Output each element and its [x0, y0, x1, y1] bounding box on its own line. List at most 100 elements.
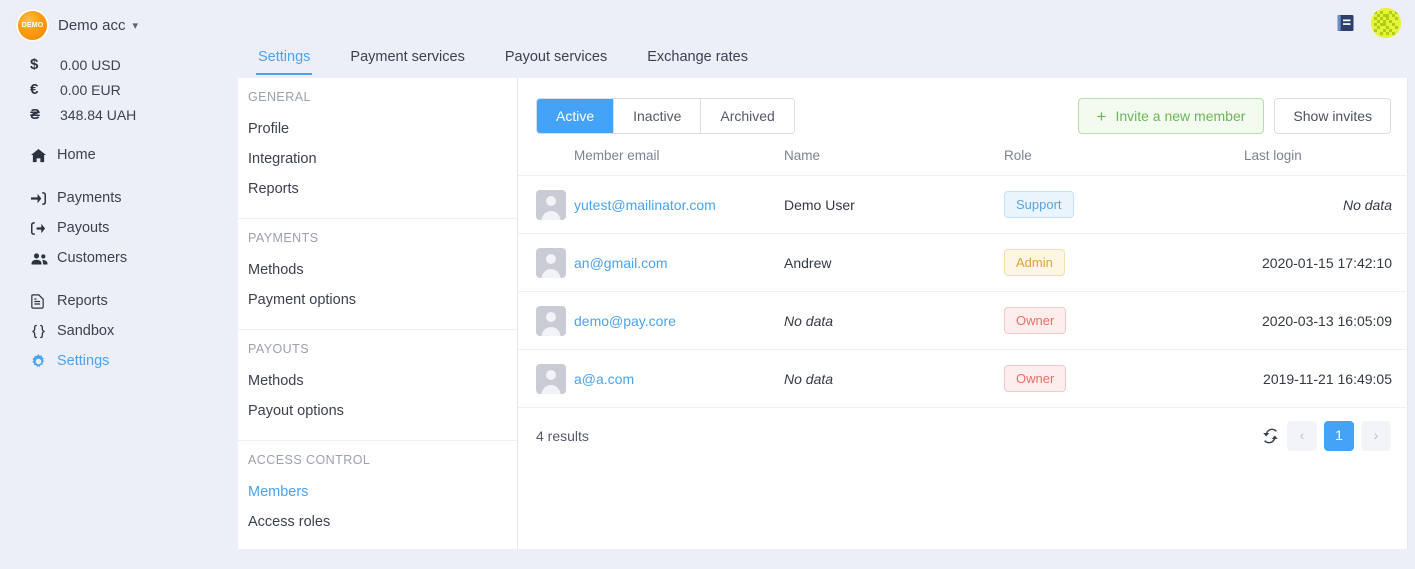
sidebar-group-main: Home [0, 140, 238, 170]
settings-subnav: GENERAL Profile Integration Reports PAYM… [238, 78, 518, 549]
subnav-item-payment-options[interactable]: Payment options [238, 285, 517, 315]
member-email-link[interactable]: a@a.com [574, 371, 634, 387]
sidebar-item-payouts[interactable]: Payouts [0, 213, 238, 243]
subnav-item-profile[interactable]: Profile [238, 114, 517, 144]
row-name-cell: No data [784, 291, 1004, 350]
subnav-item-integration[interactable]: Integration [238, 144, 517, 174]
row-avatar-cell [518, 291, 574, 350]
subnav-item-members[interactable]: Members [238, 477, 517, 507]
refresh-icon[interactable] [1262, 427, 1280, 445]
avatar [536, 189, 566, 220]
row-last-login-cell: 2019-11-21 16:49:05 [1244, 349, 1408, 408]
avatar [536, 363, 566, 394]
status-badge: Support [1004, 191, 1074, 218]
results-count: 4 results [536, 428, 589, 444]
currency-symbol-uah-icon: ₴ [30, 106, 41, 123]
row-avatar-cell [518, 233, 574, 292]
invite-button-label: Invite a new member [1115, 108, 1246, 124]
subnav-item-payment-methods[interactable]: Methods [238, 255, 517, 285]
tab-label-settings: Settings [258, 49, 311, 65]
row-email-cell: yutest@mailinator.com [574, 175, 784, 234]
row-email-cell: an@gmail.com [574, 233, 784, 292]
subnav-item-payout-methods[interactable]: Methods [238, 366, 517, 396]
documentation-book-icon[interactable] [1335, 12, 1357, 34]
column-avatar [518, 138, 574, 176]
row-name-cell: No data [784, 349, 1004, 408]
row-role-cell: Owner [1004, 291, 1244, 350]
subnav-section-access-control: ACCESS CONTROL Members Access roles [238, 441, 517, 551]
account-name: Demo acc [58, 16, 126, 34]
pagination-page-1[interactable]: 1 [1324, 421, 1354, 451]
table-row[interactable]: demo@pay.core No data Owner 2020-03-13 1… [518, 291, 1408, 350]
sandbox-braces-icon [31, 324, 57, 339]
sidebar-item-label-settings: Settings [57, 353, 110, 369]
sidebar-item-home[interactable]: Home [0, 140, 238, 170]
payouts-arrow-out-icon [31, 221, 57, 236]
subnav-item-payout-options[interactable]: Payout options [238, 396, 517, 426]
subnav-title-access-control: ACCESS CONTROL [248, 453, 371, 467]
subnav-section-payments: PAYMENTS Methods Payment options [238, 219, 517, 330]
row-last-login-cell: 2020-01-15 17:42:10 [1244, 233, 1408, 292]
tab-label-payment-services: Payment services [350, 49, 465, 65]
row-last-login-cell: No data [1244, 175, 1408, 234]
chevron-down-icon[interactable]: ▾ [133, 19, 139, 32]
user-identicon-avatar[interactable] [1371, 8, 1401, 38]
sidebar-item-settings[interactable]: Settings [0, 346, 238, 376]
member-email-link[interactable]: yutest@mailinator.com [574, 197, 716, 213]
pagination: ‹ 1 › [1262, 421, 1391, 451]
column-member-email: Member email [574, 138, 784, 176]
row-role-cell: Support [1004, 175, 1244, 234]
filter-active[interactable]: Active [537, 99, 615, 133]
status-badge: Owner [1004, 365, 1067, 392]
status-filter-group: Active Inactive Archived [536, 98, 795, 134]
column-last-login: Last login [1244, 138, 1408, 176]
balances-list: $ 0.00 USD € 0.00 EUR ₴ 348.84 UAH [0, 52, 238, 127]
tab-settings[interactable]: Settings [238, 40, 330, 75]
row-avatar-cell [518, 175, 574, 234]
table-row[interactable]: a@a.com No data Owner 2019-11-21 16:49:0… [518, 349, 1408, 408]
reports-document-icon [31, 293, 57, 309]
subnav-item-access-roles[interactable]: Access roles [238, 507, 517, 537]
subnav-title-payments: PAYMENTS [248, 231, 319, 245]
tab-exchange-rates[interactable]: Exchange rates [627, 40, 768, 75]
avatar [536, 305, 566, 336]
topbar-actions [1335, 8, 1401, 38]
show-invites-button[interactable]: Show invites [1274, 98, 1391, 134]
subnav-section-payouts: PAYOUTS Methods Payout options [238, 330, 517, 441]
balance-row-uah: ₴ 348.84 UAH [30, 102, 238, 127]
balance-amount-uah: 348.84 UAH [60, 106, 137, 123]
sidebar-group-money: Payments Payouts Customers [0, 183, 238, 273]
table-row[interactable]: an@gmail.com Andrew Admin 2020-01-15 17:… [518, 233, 1408, 292]
subnav-item-reports[interactable]: Reports [238, 174, 517, 204]
table-row[interactable]: yutest@mailinator.com Demo User Support … [518, 175, 1408, 234]
member-email-link[interactable]: demo@pay.core [574, 313, 676, 329]
sidebar-item-label-customers: Customers [57, 250, 128, 266]
tab-payment-services[interactable]: Payment services [330, 40, 484, 75]
currency-symbol-usd-icon: $ [30, 56, 39, 73]
tab-payout-services[interactable]: Payout services [485, 40, 627, 75]
member-email-link[interactable]: an@gmail.com [574, 255, 668, 271]
sidebar-item-label-reports: Reports [57, 293, 108, 309]
balance-row-usd: $ 0.00 USD [30, 52, 238, 77]
members-table: Member email Name Role Last login yutest… [518, 138, 1408, 408]
members-toolbar: Active Inactive Archived + Invite a new … [518, 78, 1407, 138]
sidebar-item-payments[interactable]: Payments [0, 183, 238, 213]
pagination-prev-button[interactable]: ‹ [1287, 421, 1317, 451]
sidebar-nav: Home Payments Payouts Customers Reports … [0, 140, 238, 376]
payments-arrow-in-icon [31, 191, 57, 206]
members-panel: Active Inactive Archived + Invite a new … [518, 78, 1408, 549]
plus-icon: + [1096, 106, 1107, 126]
sidebar-item-sandbox[interactable]: Sandbox [0, 316, 238, 346]
account-switcher[interactable]: DEMO Demo acc ▾ [0, 0, 238, 42]
sidebar-item-customers[interactable]: Customers [0, 243, 238, 273]
filter-inactive[interactable]: Inactive [614, 99, 702, 133]
sidebar-item-reports[interactable]: Reports [0, 286, 238, 316]
avatar-wrap [518, 305, 574, 336]
table-footer: 4 results ‹ 1 › [518, 408, 1407, 464]
invite-new-member-button[interactable]: + Invite a new member [1077, 98, 1265, 134]
avatar-wrap [518, 363, 574, 394]
sidebar-item-label-payments: Payments [57, 190, 122, 206]
pagination-next-button[interactable]: › [1361, 421, 1391, 451]
filter-archived[interactable]: Archived [701, 99, 794, 133]
row-email-cell: demo@pay.core [574, 291, 784, 350]
